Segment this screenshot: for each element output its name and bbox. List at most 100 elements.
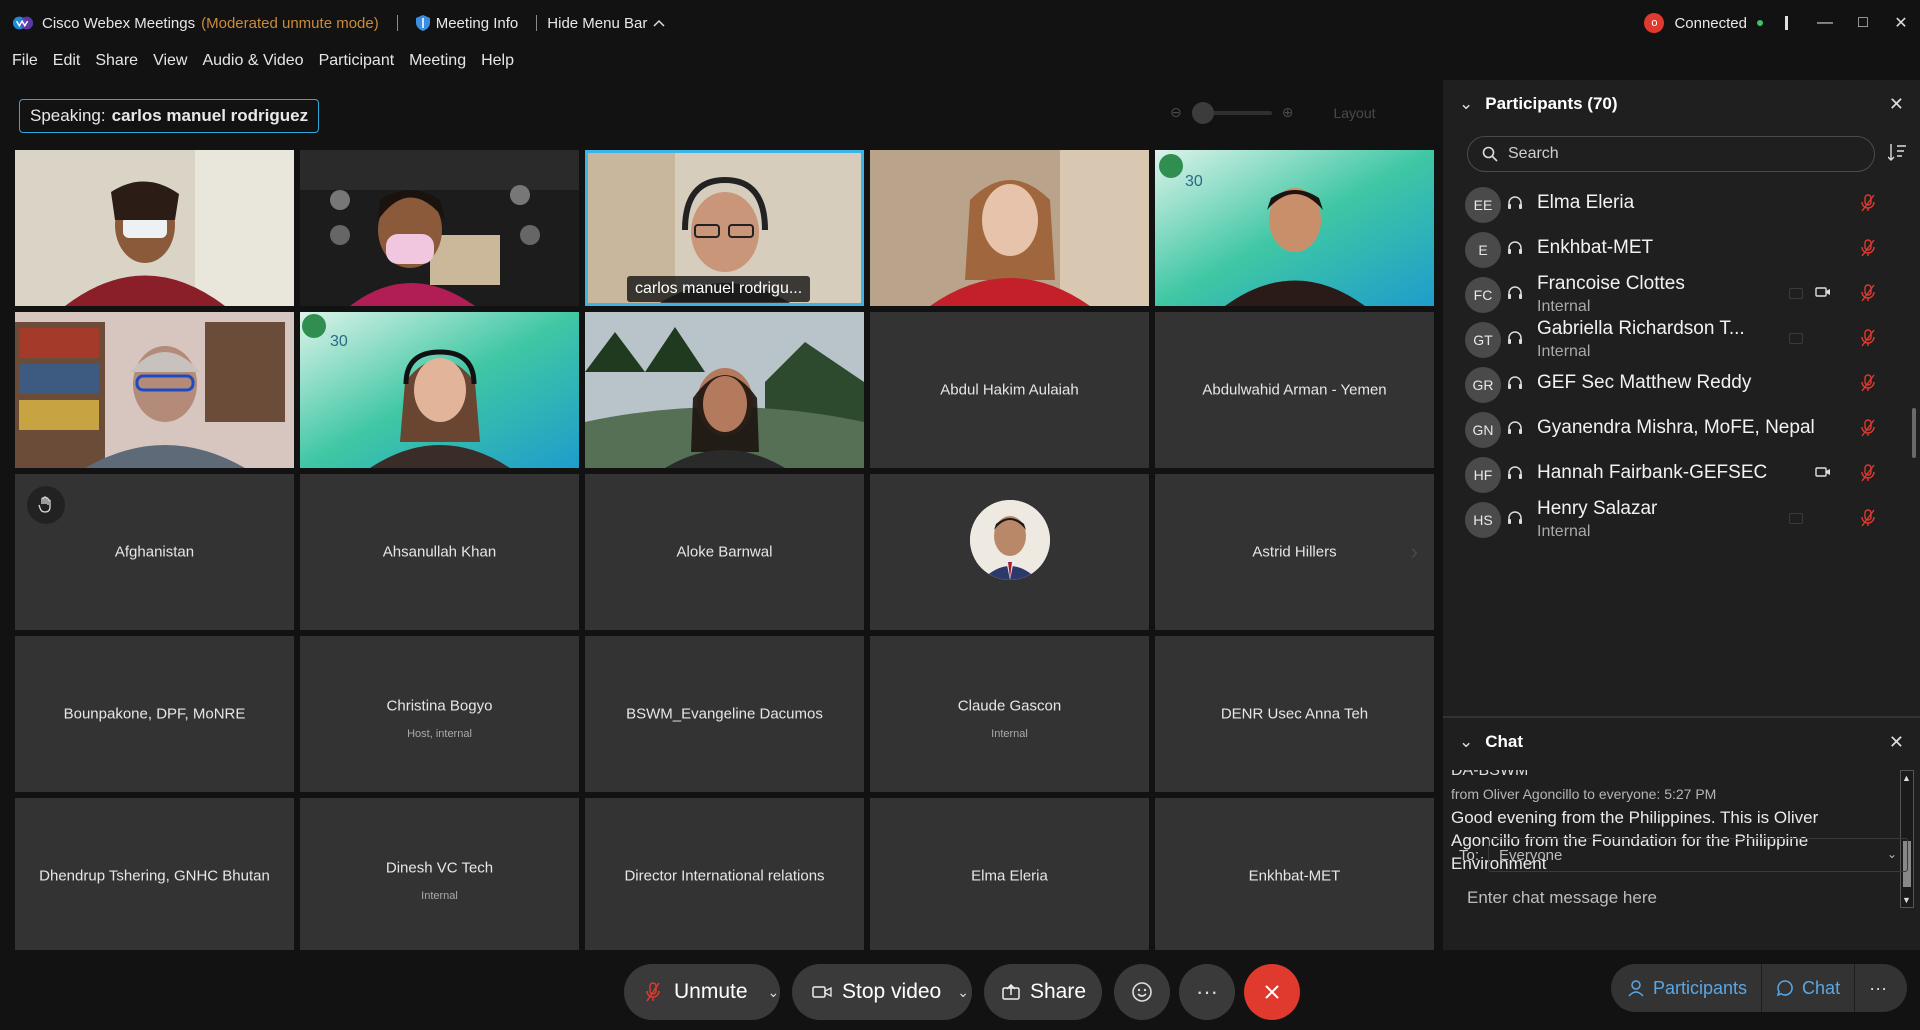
meeting-info-button[interactable]: Meeting Info — [415, 14, 519, 32]
share-icon — [1789, 288, 1803, 299]
unmute-button[interactable]: Unmute ⌄ — [624, 964, 780, 1020]
chevron-down-icon[interactable]: ⌄ — [957, 984, 969, 1001]
video-tile[interactable] — [870, 150, 1149, 306]
tile-size-slider[interactable] — [1191, 101, 1272, 124]
minimize-button[interactable]: — — [1806, 0, 1844, 46]
reactions-button[interactable] — [1114, 964, 1170, 1020]
mic-muted-icon[interactable] — [1861, 464, 1875, 482]
scroll-up-icon[interactable]: ▲ — [1902, 773, 1911, 783]
chat-recipient-select[interactable]: Everyone ⌄ — [1488, 838, 1908, 872]
avatar — [969, 500, 1050, 580]
menu-view[interactable]: View — [153, 52, 187, 70]
video-tile[interactable]: 30 — [300, 312, 579, 468]
participant-tile[interactable]: Dinesh VC Tech Internal — [300, 798, 579, 954]
tile-name-label: carlos manuel rodrigu... — [627, 276, 811, 302]
participant-tile[interactable]: Afghanistan — [15, 474, 294, 630]
sort-icon[interactable] — [1888, 142, 1906, 162]
chevron-down-icon[interactable]: ⌄ — [1459, 94, 1473, 114]
chevron-down-icon[interactable]: ⌄ — [1459, 732, 1473, 752]
participant-tile[interactable]: Astrid Hillers › — [1155, 474, 1434, 630]
menu-file[interactable]: File — [12, 52, 38, 70]
menu-meeting[interactable]: Meeting — [409, 52, 466, 70]
participant-tile[interactable]: Claude Gascon Internal — [870, 636, 1149, 792]
slider-thumb[interactable] — [1191, 101, 1214, 124]
participant-tile[interactable]: Abdul Hakim Aulaiah — [870, 312, 1149, 468]
scroll-down-icon[interactable]: ▼ — [1902, 895, 1911, 905]
close-window-button[interactable]: ✕ — [1882, 0, 1920, 46]
participant-avatar: GN — [1465, 412, 1501, 448]
participant-tile[interactable]: Elma Eleria — [870, 798, 1149, 954]
video-tile[interactable]: 30 — [1155, 150, 1434, 306]
video-camera-icon[interactable] — [1815, 286, 1831, 298]
participant-video — [585, 312, 864, 468]
video-camera-icon[interactable] — [1815, 466, 1831, 478]
mic-muted-icon[interactable] — [1861, 419, 1875, 437]
meeting-info-label: Meeting Info — [435, 14, 519, 32]
chevron-down-icon[interactable]: ⌄ — [768, 984, 780, 1001]
participant-scrollbar[interactable] — [1912, 408, 1916, 458]
svg-text:30: 30 — [330, 333, 348, 350]
leave-meeting-button[interactable] — [1244, 964, 1300, 1020]
participant-tile[interactable]: Christina Bogyo Host, internal — [300, 636, 579, 792]
mic-muted-icon[interactable] — [1861, 329, 1875, 347]
chat-panel-header[interactable]: ⌄ Chat — [1443, 718, 1920, 766]
video-tile[interactable] — [15, 312, 294, 468]
mic-muted-icon[interactable] — [1861, 284, 1875, 302]
participant-tile[interactable]: DENR Usec Anna Teh — [1155, 636, 1434, 792]
menu-help[interactable]: Help — [481, 52, 514, 70]
chat-input[interactable]: Enter chat message here — [1467, 888, 1657, 908]
participant-avatar: HF — [1465, 457, 1501, 493]
participant-tile[interactable]: Dhendrup Tshering, GNHC Bhutan — [15, 798, 294, 954]
share-button[interactable]: Share — [984, 964, 1102, 1020]
close-participants-button[interactable]: ✕ — [1889, 94, 1904, 115]
layout-button[interactable]: Layout — [1333, 105, 1375, 121]
participant-tile[interactable]: Aloke Barnwal — [585, 474, 864, 630]
participant-tile[interactable]: Enkhbat-MET — [1155, 798, 1434, 954]
video-tile[interactable] — [300, 150, 579, 306]
headset-icon — [1508, 376, 1522, 389]
chat-toggle-button[interactable]: Chat — [1762, 978, 1854, 999]
video-tile[interactable] — [585, 312, 864, 468]
participant-search-input[interactable]: Search — [1467, 136, 1875, 172]
participant-video: 30 — [1155, 150, 1434, 306]
participant-role: Internal — [1537, 523, 1591, 540]
video-tile-active-speaker[interactable]: carlos manuel rodrigu... — [585, 150, 864, 306]
next-page-icon[interactable]: › — [1411, 539, 1418, 565]
menu-share[interactable]: Share — [95, 52, 138, 70]
participant-tile-avatar[interactable] — [870, 474, 1149, 630]
participant-tile[interactable]: BSWM_Evangeline Dacumos — [585, 636, 864, 792]
person-icon — [1628, 980, 1644, 997]
mic-muted-icon[interactable] — [1861, 239, 1875, 257]
headset-icon — [1508, 196, 1522, 209]
menu-edit[interactable]: Edit — [53, 52, 81, 70]
participants-panel-header[interactable]: ⌄ Participants (70) — [1443, 80, 1920, 128]
hide-menu-bar-button[interactable]: Hide Menu Bar — [547, 15, 665, 32]
stop-video-button[interactable]: Stop video ⌄ — [792, 964, 972, 1020]
connection-status[interactable]: Connected — [1674, 15, 1747, 32]
participant-name: Gabriella Richardson T... — [1537, 318, 1745, 339]
participant-name: Francoise Clottes — [1537, 273, 1685, 294]
zoom-out-icon[interactable]: ⊖ — [1170, 104, 1182, 121]
participant-tile[interactable]: Abdulwahid Arman - Yemen — [1155, 312, 1434, 468]
participants-toggle-button[interactable]: Participants — [1611, 978, 1761, 999]
title-separator — [396, 15, 398, 31]
raise-hand-button[interactable] — [27, 486, 65, 524]
participant-tile[interactable]: Ahsanullah Khan — [300, 474, 579, 630]
mic-muted-icon[interactable] — [1861, 509, 1875, 527]
zoom-in-icon[interactable]: ⊕ — [1282, 104, 1294, 121]
tile-name: Dinesh VC Tech — [385, 859, 494, 877]
close-chat-button[interactable]: ✕ — [1889, 732, 1904, 753]
participant-tile[interactable]: Director International relations — [585, 798, 864, 954]
more-options-button[interactable]: ··· — [1179, 964, 1235, 1020]
tile-name: Dhendrup Tshering, GNHC Bhutan — [39, 867, 270, 885]
mic-muted-icon[interactable] — [1861, 374, 1875, 392]
menu-audio-video[interactable]: Audio & Video — [202, 52, 303, 70]
maximize-button[interactable]: □ — [1844, 0, 1882, 46]
video-tile[interactable] — [15, 150, 294, 306]
unmute-label: Unmute — [674, 980, 748, 1003]
mic-muted-icon[interactable] — [1861, 194, 1875, 212]
more-panels-button[interactable]: ··· — [1855, 978, 1901, 999]
menu-participant[interactable]: Participant — [319, 52, 395, 70]
participant-row[interactable]: HS Henry Salazar Internal — [1443, 493, 1913, 548]
participant-tile[interactable]: Bounpakone, DPF, MoNRE — [15, 636, 294, 792]
